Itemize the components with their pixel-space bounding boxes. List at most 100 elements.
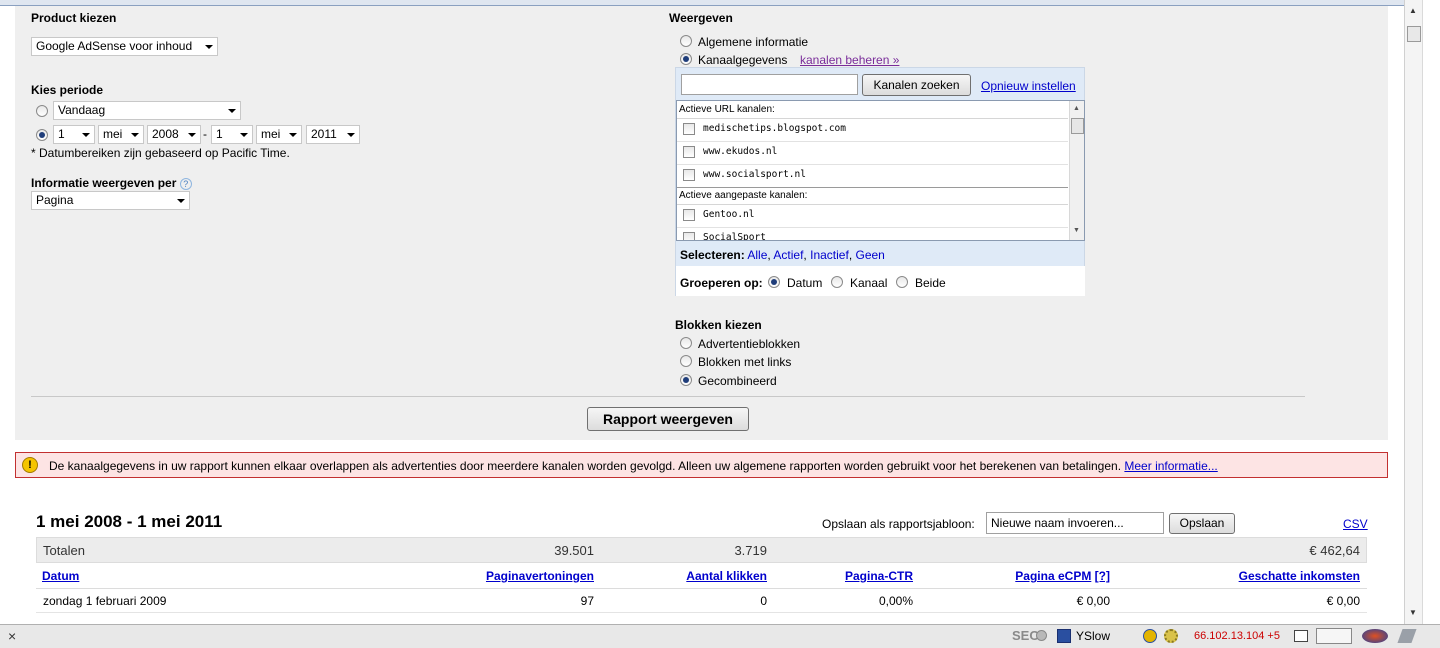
to-year-select[interactable]: 2011 [306,125,360,144]
ecpm-help-link[interactable]: [?] [1095,569,1110,583]
view-label: Weergeven [669,11,733,25]
scroll-down-icon[interactable]: ▼ [1073,227,1080,234]
from-month-select[interactable]: mei [98,125,144,144]
product-select-value: Google AdSense voor inhoud [36,39,193,53]
channel-checkbox[interactable] [683,123,695,135]
period-preset-select[interactable]: Vandaag [53,101,241,120]
totals-pageviews: 39.501 [554,543,594,558]
divider [677,164,1068,165]
group-channel-radio[interactable] [831,276,843,288]
channel-checkbox[interactable] [683,169,695,181]
globe-icon[interactable] [1143,629,1157,643]
search-channels-button[interactable]: Kanalen zoeken [862,74,971,96]
blocks-links-radio[interactable] [680,355,692,367]
scroll-up-icon[interactable]: ▲ [1409,6,1417,15]
channel-checkbox[interactable] [683,146,695,158]
channel-label: medischetips.blogspot.com [703,123,846,134]
blocks-combined-label: Gecombineerd [698,374,777,388]
blocks-ads-radio[interactable] [680,337,692,349]
group-date-label: Datum [787,276,823,290]
scrollbar-thumb[interactable] [1071,118,1084,134]
col-earnings[interactable]: Geschatte inkomsten [1200,569,1360,583]
channel-checkbox[interactable] [683,232,695,240]
url-channels-header: Actieve URL kanalen: [679,104,775,115]
row-date: zondag 1 februari 2009 [43,594,167,608]
chevron-down-icon [131,133,139,137]
divider [677,227,1068,228]
manage-channels-link[interactable]: kanalen beheren » [800,53,899,67]
help-icon[interactable]: ? [179,178,192,190]
more-info-link[interactable]: Meer informatie... [1124,459,1217,473]
select-row: Selecteren: Alle, Actief, Inactief, Geen [680,248,885,262]
col-pageviews[interactable]: Paginavertoningen [460,569,594,583]
divider [677,187,1068,188]
chevron-down-icon [240,133,248,137]
view-channel-label: Kanaalgegevens [698,53,788,67]
blocks-combined-radio[interactable] [680,374,692,386]
notifications-icon[interactable] [1397,629,1417,643]
select-active-link[interactable]: Actief [773,248,803,262]
chevron-down-icon [289,133,297,137]
from-day-select[interactable]: 1 [53,125,95,144]
scrollbar-thumb[interactable] [1407,26,1421,42]
channel-label: Gentoo.nl [703,209,755,220]
col-ctr[interactable]: Pagina-CTR [800,569,913,583]
group-both-label: Beide [915,276,946,290]
chevron-down-icon [177,199,185,203]
to-month-value: mei [261,127,281,141]
select-none-link[interactable]: Geen [856,248,885,262]
addon-icon[interactable] [1362,629,1388,643]
window-icon[interactable] [1294,630,1308,642]
row-ctr: 0,00% [878,594,913,608]
chevron-down-icon [228,109,236,113]
product-select[interactable]: Google AdSense voor inhoud [31,37,218,56]
blocks-label: Blokken kiezen [675,318,762,332]
ip-address[interactable]: 66.102.13.104 +5 [1194,630,1280,642]
scroll-down-icon[interactable]: ▼ [1409,608,1417,617]
gear-icon[interactable] [1036,630,1047,641]
group-date-radio[interactable] [768,276,780,288]
period-custom-radio[interactable] [36,129,48,141]
period-preset-value: Vandaag [58,103,106,117]
custom-channels-header: Actieve aangepaste kanalen: [679,190,808,201]
per-label-text: Informatie weergeven per [31,176,177,190]
yslow-icon[interactable] [1057,629,1071,643]
reset-link[interactable]: Opnieuw instellen [981,79,1076,93]
run-report-button[interactable]: Rapport weergeven [587,407,749,431]
row-earnings: € 0,00 [1326,594,1360,608]
channel-search-input[interactable] [681,74,858,95]
channel-label: www.ekudos.nl [703,146,778,157]
col-date[interactable]: Datum [42,569,79,583]
template-name-input[interactable] [986,512,1164,534]
to-month-select[interactable]: mei [256,125,302,144]
warning-message: De kanaalgegevens in uw rapport kunnen e… [49,459,1122,473]
channel-list[interactable]: Actieve URL kanalen: medischetips.blogsp… [676,100,1085,241]
totals-clicks: 3.719 [734,543,767,558]
view-channel-radio[interactable] [680,53,692,65]
yslow-label[interactable]: YSlow [1076,629,1110,643]
to-day-select[interactable]: 1 [211,125,253,144]
channel-checkbox[interactable] [683,209,695,221]
divider [677,118,1068,119]
save-template-button[interactable]: Opslaan [1169,513,1235,534]
select-inactive-link[interactable]: Inactief [810,248,849,262]
select-all-link[interactable]: Alle [747,248,767,262]
period-label: Kies periode [31,83,104,97]
channel-list-scrollbar[interactable]: ▲ ▼ [1069,101,1084,240]
right-edge-strip [1422,0,1440,624]
per-select[interactable]: Pagina [31,191,190,210]
period-preset-radio[interactable] [36,105,48,117]
page-scrollbar[interactable]: ▲ ▼ [1404,0,1422,624]
col-clicks[interactable]: Aantal klikken [650,569,767,583]
divider [677,141,1068,142]
scroll-up-icon[interactable]: ▲ [1073,105,1080,112]
settings-icon[interactable] [1164,629,1178,643]
close-icon[interactable]: × [8,628,16,644]
channel-label: SocialSport [703,232,766,241]
group-both-radio[interactable] [896,276,908,288]
pointer-tool-icon[interactable] [1316,628,1352,644]
from-year-select[interactable]: 2008 [147,125,201,144]
view-general-radio[interactable] [680,35,692,47]
csv-link[interactable]: CSV [1343,517,1368,531]
col-ecpm[interactable]: Pagina eCPM [1015,569,1091,583]
